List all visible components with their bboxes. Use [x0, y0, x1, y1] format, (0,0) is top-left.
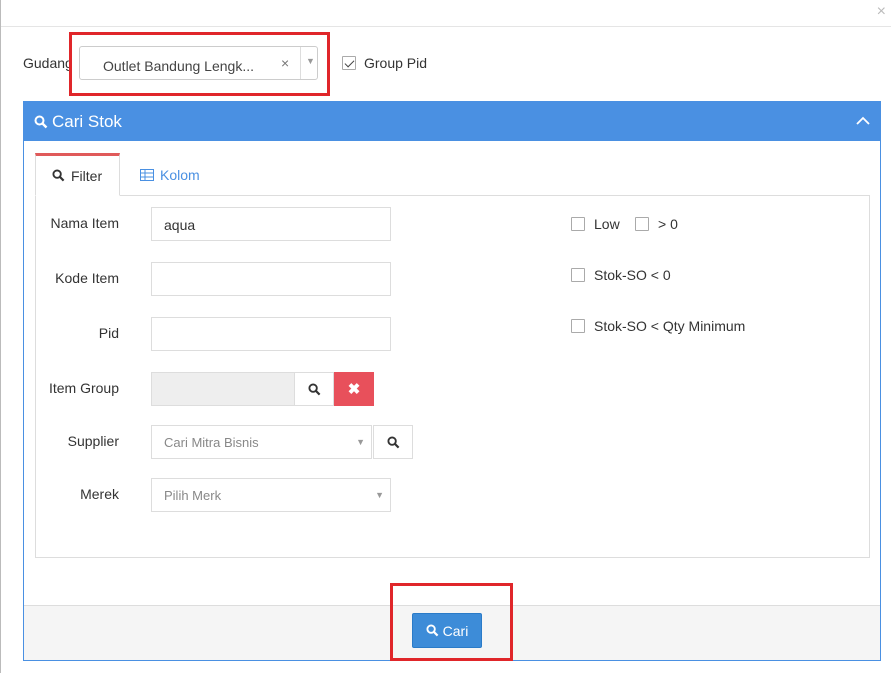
gudang-label: Gudang — [23, 55, 73, 71]
close-icon[interactable]: × — [877, 4, 886, 20]
checkbox-icon[interactable] — [571, 217, 585, 231]
search-icon — [34, 115, 48, 129]
checkbox-icon[interactable] — [571, 268, 585, 282]
item-group-label: Item Group — [48, 380, 119, 396]
filter-tab-body: Nama Item aqua Kode Item Pid Item Group … — [35, 195, 870, 558]
modal-header: × — [1, 0, 891, 27]
search-icon — [386, 435, 399, 448]
group-pid-checkbox[interactable]: Group Pid — [342, 55, 427, 71]
search-icon — [52, 169, 65, 182]
kode-item-input[interactable] — [151, 262, 391, 296]
chevron-down-icon[interactable]: ▼ — [356, 437, 365, 447]
gt-zero-label: > 0 — [658, 216, 678, 232]
highlight-box-cari — [390, 583, 513, 661]
panel-title: Cari Stok — [52, 112, 122, 131]
chevron-down-icon[interactable]: ▼ — [375, 490, 384, 500]
panel-header: Cari Stok — [24, 102, 880, 141]
tab-filter-label: Filter — [71, 167, 103, 184]
supplier-select[interactable]: Cari Mitra Bisnis ▼ — [151, 425, 372, 459]
checkbox-checked-icon[interactable] — [342, 56, 356, 70]
group-pid-label: Group Pid — [364, 55, 428, 71]
tab-kolom[interactable]: Kolom — [130, 153, 230, 196]
low-checkbox[interactable]: Low — [571, 216, 620, 232]
item-group-clear-button[interactable]: ✖ — [334, 372, 374, 406]
item-group-search-button[interactable] — [294, 372, 334, 406]
nama-item-input[interactable]: aqua — [151, 207, 391, 241]
supplier-label: Supplier — [67, 433, 119, 449]
tabs-container: Filter Kolom Nama Item aqua Kode Item Pi… — [34, 150, 870, 558]
chevron-up-icon[interactable] — [856, 114, 870, 128]
merek-placeholder: Pilih Merk — [164, 488, 222, 503]
merek-label: Merek — [80, 486, 119, 502]
gt-zero-checkbox[interactable]: > 0 — [635, 216, 678, 232]
search-icon — [307, 382, 320, 395]
highlight-box-gudang — [69, 32, 330, 96]
close-icon: ✖ — [347, 381, 361, 398]
supplier-placeholder: Cari Mitra Bisnis — [164, 435, 259, 450]
tab-kolom-label: Kolom — [160, 166, 200, 183]
merek-select[interactable]: Pilih Merk ▼ — [151, 478, 391, 512]
checkbox-icon[interactable] — [635, 217, 649, 231]
tab-filter[interactable]: Filter — [35, 153, 120, 196]
pid-input[interactable] — [151, 317, 391, 351]
low-label: Low — [594, 216, 620, 232]
kode-item-label: Kode Item — [55, 270, 119, 286]
stok-so-lt-zero-label: Stok-SO < 0 — [594, 267, 671, 283]
stok-so-lt-min-checkbox[interactable]: Stok-SO < Qty Minimum — [571, 318, 745, 334]
checkbox-icon[interactable] — [571, 319, 585, 333]
table-icon — [140, 168, 154, 181]
nama-item-label: Nama Item — [50, 215, 119, 231]
stok-so-lt-min-label: Stok-SO < Qty Minimum — [594, 318, 746, 334]
pid-label: Pid — [98, 325, 119, 341]
supplier-search-button[interactable] — [373, 425, 413, 459]
modal-dialog: × Gudang Outlet Bandung Lengk... × ▼ Gro… — [0, 0, 891, 673]
item-group-input — [151, 372, 295, 406]
stok-so-lt-zero-checkbox[interactable]: Stok-SO < 0 — [571, 267, 671, 283]
search-panel: Cari Stok Filter Kolom Nama Item aqua Ko… — [23, 101, 881, 661]
